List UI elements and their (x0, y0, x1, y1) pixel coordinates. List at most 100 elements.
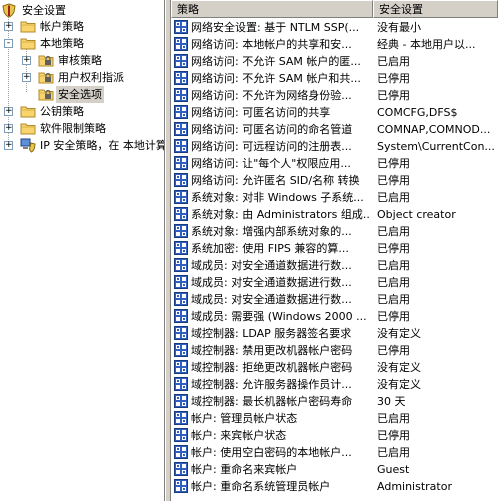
policy-row[interactable]: 帐户: 重命名系统管理员帐户 Administrator (171, 478, 498, 495)
policy-name: 域控制器: 最长机器帐户密码寿命 (191, 395, 353, 408)
tree-node-label: 安全选项 (56, 86, 104, 103)
expand-icon[interactable]: + (4, 124, 13, 133)
tree-node-label: 用户权利指派 (58, 71, 124, 84)
policy-row[interactable]: 网络访问: 允许匿名 SID/名称 转换 已停用 (171, 172, 498, 189)
policy-row[interactable]: 网络访问: 本地帐户的共享和安... 经典 - 本地用户以... (171, 36, 498, 53)
policy-row[interactable]: 系统加密: 使用 FIPS 兼容的算... 已停用 (171, 240, 498, 257)
policy-icon (174, 411, 188, 425)
policy-setting: 已启用 (377, 276, 410, 289)
policy-name: 帐户: 重命名来宾帐户 (191, 463, 298, 476)
policy-row[interactable]: 域控制器: LDAP 服务器签名要求 没有定义 (171, 325, 498, 342)
policy-icon (174, 122, 188, 136)
policy-name: 系统对象: 对非 Windows 子系统... (191, 191, 364, 204)
tree-node-label: 帐户策略 (40, 20, 84, 33)
policy-row[interactable]: 帐户: 使用空白密码的本地帐户... 已启用 (171, 444, 498, 461)
expand-icon[interactable]: + (4, 107, 13, 116)
policy-setting: Guest (377, 463, 410, 476)
policy-row[interactable]: 网络访问: 让"每个人"权限应用... 已停用 (171, 155, 498, 172)
policy-name: 帐户: 重命名系统管理员帐户 (191, 480, 331, 493)
policy-row[interactable]: 系统对象: 对非 Windows 子系统... 已启用 (171, 189, 498, 206)
policy-row[interactable]: 域成员: 对安全通道数据进行数... 已启用 (171, 291, 498, 308)
policy-icon (174, 258, 188, 272)
column-header-setting-label: 安全设置 (379, 3, 423, 16)
policy-icon (174, 139, 188, 153)
policy-setting: COMNAP,COMNOD... (377, 123, 491, 136)
policy-row[interactable]: 系统对象: 由 Administrators 组成... Object creat… (171, 206, 498, 223)
policy-name: 网络访问: 可匿名访问的命名管道 (191, 123, 353, 136)
policy-setting: 已停用 (377, 344, 410, 357)
policy-name: 域控制器: 允许服务器操作员计... (191, 378, 352, 391)
policy-setting: 已启用 (377, 259, 410, 272)
policy-name: 网络访问: 可远程访问的注册表... (191, 140, 352, 153)
policy-name: 帐户: 使用空白密码的本地帐户... (191, 446, 352, 459)
policy-row[interactable]: 域控制器: 禁用更改机器帐户密码 已停用 (171, 342, 498, 359)
policy-name: 网络访问: 可匿名访问的共享 (191, 106, 331, 119)
policy-row[interactable]: 帐户: 重命名来宾帐户 Guest (171, 461, 498, 478)
policy-name: 网络访问: 不允许为网络身份验... (191, 89, 352, 102)
policy-setting: Administrator (377, 480, 452, 493)
policy-setting: 已启用 (377, 55, 410, 68)
policy-icon (174, 241, 188, 255)
policy-icon (174, 20, 188, 34)
policy-icon (174, 88, 188, 102)
policy-name: 网络访问: 不允许 SAM 帐户的匿... (191, 55, 361, 68)
policy-row[interactable]: 网络访问: 不允许 SAM 帐户和共... 已停用 (171, 70, 498, 87)
collapse-icon[interactable]: - (4, 39, 13, 48)
ip-security-icon (20, 138, 36, 158)
policy-icon (174, 190, 188, 204)
policy-row[interactable]: 网络访问: 可匿名访问的命名管道 COMNAP,COMNOD... (171, 121, 498, 138)
policy-name: 网络访问: 让"每个人"权限应用... (191, 157, 351, 170)
policy-setting: 已启用 (377, 191, 410, 204)
expand-icon[interactable]: + (4, 141, 13, 150)
policy-name: 网络访问: 允许匿名 SID/名称 转换 (191, 174, 360, 187)
policy-row[interactable]: 域成员: 需要强 (Windows 2000 ... 已停用 (171, 308, 498, 325)
policy-setting: 没有定义 (377, 378, 421, 391)
policy-setting: 没有定义 (377, 327, 421, 340)
policy-icon (174, 54, 188, 68)
policy-icon (174, 360, 188, 374)
policy-name: 域成员: 对安全通道数据进行数... (191, 259, 352, 272)
policy-name: 系统对象: 增强内部系统对象的... (191, 225, 352, 238)
column-header-policy[interactable]: 策略 (171, 0, 373, 18)
policy-row[interactable]: 域成员: 对安全通道数据进行数... 已启用 (171, 274, 498, 291)
expand-icon[interactable]: + (22, 73, 31, 82)
policy-setting: 已停用 (377, 72, 410, 85)
tree-pane[interactable]: 安全设置 + 帐户策略 - 本地策略 + 审核策略 + 用户权利指派 安全选项 + 公钥策略 + 软件限制… (0, 0, 165, 501)
policy-icon (174, 462, 188, 476)
policy-row[interactable]: 系统对象: 增强内部系统对象的... 已启用 (171, 223, 498, 240)
policy-icon (174, 377, 188, 391)
policy-icon (174, 445, 188, 459)
policy-row[interactable]: 域控制器: 最长机器帐户密码寿命 30 天 (171, 393, 498, 410)
policy-row[interactable]: 网络访问: 不允许为网络身份验... 已停用 (171, 87, 498, 104)
policy-list[interactable]: 策略 安全设置 网络安全设置: 基于 NTLM SSP(... 没有最小 网络访问:… (171, 0, 498, 501)
policy-setting: COMCFG,DFS$ (377, 106, 458, 119)
policy-icon (174, 156, 188, 170)
policy-name: 域控制器: 拒绝更改机器帐户密码 (191, 361, 353, 374)
policy-row[interactable]: 网络访问: 可匿名访问的共享 COMCFG,DFS$ (171, 104, 498, 121)
expand-icon[interactable]: + (4, 22, 13, 31)
policy-row[interactable]: 域控制器: 允许服务器操作员计... 没有定义 (171, 376, 498, 393)
policy-name: 域成员: 需要强 (Windows 2000 ... (191, 310, 367, 323)
policy-setting: 已停用 (377, 157, 410, 170)
policy-name: 帐户: 来宾帐户状态 (191, 429, 287, 442)
policy-row[interactable]: 帐户: 管理员帐户状态 已启用 (171, 410, 498, 427)
policy-row[interactable]: 域控制器: 拒绝更改机器帐户密码 没有定义 (171, 359, 498, 376)
policy-name: 帐户: 管理员帐户状态 (191, 412, 298, 425)
policy-setting: 已停用 (377, 429, 410, 442)
tree-node-label: 公钥策略 (40, 105, 84, 118)
shield-icon (2, 3, 16, 23)
tree-node-label: 安全设置 (22, 4, 66, 17)
expand-icon[interactable]: + (22, 56, 31, 65)
policy-name: 域成员: 对安全通道数据进行数... (191, 276, 352, 289)
tree-node-label: 审核策略 (58, 54, 102, 67)
policy-setting: 已启用 (377, 293, 410, 306)
policy-setting: System\CurrentCon... (377, 140, 495, 153)
policy-icon (174, 173, 188, 187)
policy-row[interactable]: 帐户: 来宾帐户状态 已停用 (171, 427, 498, 444)
policy-row[interactable]: 网络访问: 不允许 SAM 帐户的匿... 已启用 (171, 53, 498, 70)
policy-row[interactable]: 网络访问: 可远程访问的注册表... System\CurrentCon... (171, 138, 498, 155)
policy-row[interactable]: 域成员: 对安全通道数据进行数... 已启用 (171, 257, 498, 274)
policy-row[interactable]: 网络安全设置: 基于 NTLM SSP(... 没有最小 (171, 19, 498, 36)
column-header-setting[interactable]: 安全设置 (373, 0, 498, 18)
policy-icon (174, 326, 188, 340)
